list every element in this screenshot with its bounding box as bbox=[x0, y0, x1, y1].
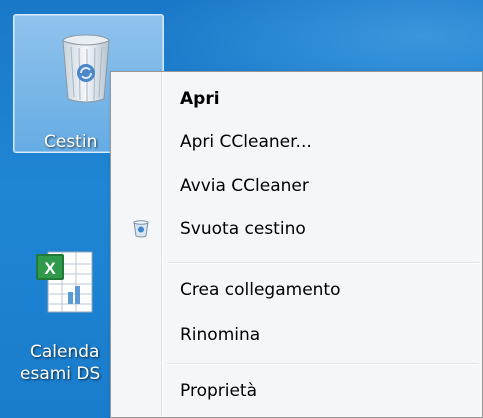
menu-item-label: Apri CCleaner... bbox=[180, 132, 312, 152]
recycle-bin-label: Cestin bbox=[44, 132, 98, 152]
menu-item-label: Apri bbox=[180, 89, 220, 109]
menu-item-rinomina[interactable]: Rinomina bbox=[111, 316, 482, 354]
menu-item-proprieta[interactable]: Proprietà bbox=[111, 372, 482, 410]
excel-file-label-line1: Calenda bbox=[30, 342, 100, 362]
empty-bin-icon bbox=[133, 220, 149, 238]
menu-item-crea-collegamento[interactable]: Crea collegamento bbox=[111, 271, 482, 309]
menu-item-apri-ccleaner[interactable]: Apri CCleaner... bbox=[111, 123, 482, 161]
menu-item-label: Rinomina bbox=[180, 325, 261, 345]
menu-item-label: Svuota cestino bbox=[180, 219, 306, 239]
menu-item-label: Avvia CCleaner bbox=[180, 176, 309, 196]
menu-item-label: Proprietà bbox=[180, 381, 258, 401]
menu-item-label: Crea collegamento bbox=[180, 280, 341, 300]
menu-separator-highlight bbox=[167, 263, 479, 264]
excel-file-label-line2: esami DS bbox=[20, 364, 101, 384]
svg-text:X: X bbox=[44, 259, 56, 278]
context-menu: Apri Apri CCleaner... Avvia CCleaner Svu… bbox=[110, 71, 483, 418]
menu-item-svuota-cestino[interactable]: Svuota cestino bbox=[111, 210, 482, 248]
excel-file-icon[interactable]: X bbox=[34, 250, 96, 322]
recycle-bin-icon bbox=[62, 34, 110, 103]
menu-item-apri[interactable]: Apri bbox=[111, 80, 482, 118]
menu-separator-highlight bbox=[167, 364, 479, 365]
menu-item-avvia-ccleaner[interactable]: Avvia CCleaner bbox=[111, 167, 482, 205]
